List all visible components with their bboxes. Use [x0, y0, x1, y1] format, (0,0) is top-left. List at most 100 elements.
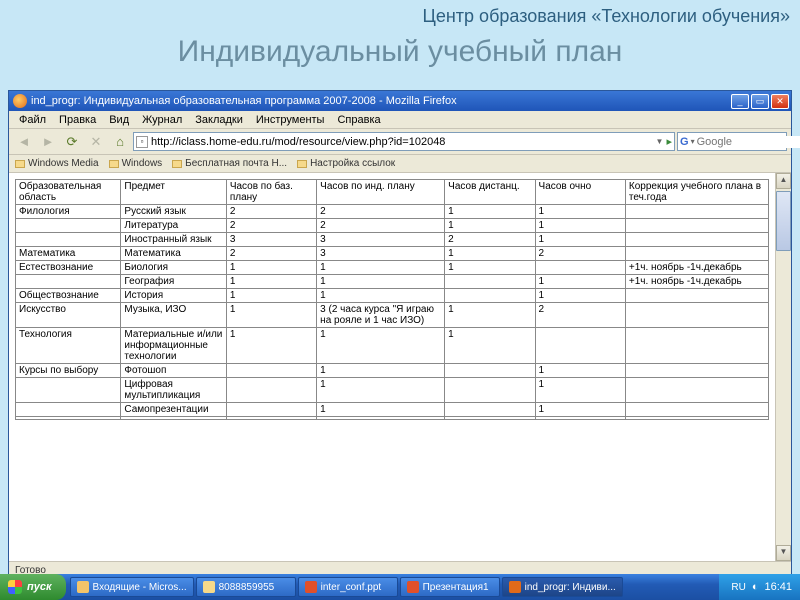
stop-button[interactable]: ✕ [85, 131, 107, 153]
cell-base [226, 364, 316, 378]
cell-corr [625, 289, 768, 303]
table-row: ТехнологияМатериальные и/или информацион… [16, 328, 769, 364]
search-engine-icon[interactable]: G [680, 136, 689, 148]
forward-button[interactable]: ► [37, 131, 59, 153]
tray-icon[interactable]: ◐ [752, 581, 759, 593]
vertical-scrollbar[interactable]: ▲ ▼ [775, 173, 791, 561]
menu-edit[interactable]: Правка [53, 113, 102, 127]
cell-area [16, 233, 121, 247]
go-button[interactable]: ▸ [666, 135, 672, 148]
bookmark-item[interactable]: Windows Media [15, 158, 99, 169]
taskbar-item-label: inter_conf.ppt [321, 582, 382, 593]
menu-help[interactable]: Справка [331, 113, 386, 127]
cell-corr [625, 219, 768, 233]
scroll-thumb[interactable] [776, 191, 791, 251]
menu-history[interactable]: Журнал [136, 113, 188, 127]
taskbar-item[interactable]: Входящие - Micros... [70, 577, 194, 597]
cell-ind: 3 [317, 233, 445, 247]
content-area: Образовательная область Предмет Часов по… [9, 173, 791, 561]
app-icon [509, 581, 521, 593]
cell-area: Искусство [16, 303, 121, 328]
close-button[interactable]: ✕ [771, 94, 789, 109]
cell-subject: Иностранный язык [121, 233, 226, 247]
cell-dist [445, 364, 535, 378]
cell-ind: 1 [317, 403, 445, 417]
page-document[interactable]: Образовательная область Предмет Часов по… [9, 173, 775, 561]
url-bar[interactable]: ▫ ▼ ▸ [133, 132, 675, 151]
back-button[interactable]: ◄ [13, 131, 35, 153]
menubar: Файл Правка Вид Журнал Закладки Инструме… [9, 111, 791, 129]
col-face: Часов очно [535, 180, 625, 205]
search-bar[interactable]: G ▾ [677, 132, 787, 151]
folder-icon [297, 160, 307, 168]
taskbar-item[interactable]: inter_conf.ppt [298, 577, 398, 597]
windows-taskbar: пуск Входящие - Micros...8088859955 inter… [0, 574, 800, 600]
cell-ind: 1 [317, 328, 445, 364]
cell-subject: Биология [121, 261, 226, 275]
minimize-button[interactable]: _ [731, 94, 749, 109]
menu-view[interactable]: Вид [103, 113, 135, 127]
windows-logo-icon [8, 580, 22, 594]
cell-ind: 1 [317, 364, 445, 378]
cell-area: Математика [16, 247, 121, 261]
cell-dist: 1 [445, 219, 535, 233]
url-input[interactable] [151, 134, 653, 149]
cell-area: Филология [16, 205, 121, 219]
cell-subject: Литература [121, 219, 226, 233]
menu-bookmarks[interactable]: Закладки [189, 113, 249, 127]
org-header: Центр образования «Технологии обучения» [0, 0, 800, 27]
table-row: ОбществознаниеИстория111 [16, 289, 769, 303]
start-button[interactable]: пуск [0, 574, 66, 600]
url-dropdown-icon[interactable]: ▼ [656, 137, 664, 146]
cell-ind: 2 [317, 219, 445, 233]
scroll-down-button[interactable]: ▼ [776, 545, 791, 561]
titlebar[interactable]: ind_progr: Индивидуальная образовательна… [9, 91, 791, 111]
taskbar-item[interactable]: Презентация1 [400, 577, 500, 597]
cell-dist: 2 [445, 233, 535, 247]
table-row: Самопрезентации11 [16, 403, 769, 417]
menu-file[interactable]: Файл [13, 113, 52, 127]
cell-corr [625, 364, 768, 378]
language-indicator[interactable]: RU [731, 582, 745, 593]
clock[interactable]: 16:41 [764, 581, 792, 593]
bookmark-item[interactable]: Настройка ссылок [297, 158, 395, 169]
col-ind: Часов по инд. плану [317, 180, 445, 205]
scroll-up-button[interactable]: ▲ [776, 173, 791, 189]
cell-ind: 1 [317, 261, 445, 275]
table-row: МатематикаМатематика2312 [16, 247, 769, 261]
cell-subject: Самопрезентации [121, 403, 226, 417]
cell-face: 1 [535, 289, 625, 303]
cell-subject: Материальные и/или информационные технол… [121, 328, 226, 364]
cell-corr [625, 403, 768, 417]
taskbar-item[interactable]: ind_progr: Индиви... [502, 577, 623, 597]
firefox-window: ind_progr: Индивидуальная образовательна… [8, 90, 792, 580]
cell-base [226, 403, 316, 417]
curriculum-table: Образовательная область Предмет Часов по… [15, 179, 769, 420]
search-input[interactable] [697, 136, 800, 148]
folder-icon [109, 160, 119, 168]
menu-tools[interactable]: Инструменты [250, 113, 331, 127]
cell-area: Естествознание [16, 261, 121, 275]
maximize-button[interactable]: ▭ [751, 94, 769, 109]
bookmark-item[interactable]: Windows [109, 158, 163, 169]
cell-ind: 1 [317, 378, 445, 403]
taskbar-item-label: ind_progr: Индиви... [525, 582, 616, 593]
table-row [16, 417, 769, 420]
cell-subject: Русский язык [121, 205, 226, 219]
cell-face: 1 [535, 364, 625, 378]
app-icon [305, 581, 317, 593]
bookmark-item[interactable]: Бесплатная почта H... [172, 158, 287, 169]
cell-base: 1 [226, 328, 316, 364]
cell-corr: +1ч. ноябрь -1ч.декабрь [625, 275, 768, 289]
cell-face: 1 [535, 275, 625, 289]
search-dropdown-icon[interactable]: ▾ [691, 137, 695, 146]
bookmark-label: Windows Media [28, 158, 99, 169]
reload-button[interactable]: ⟳ [61, 131, 83, 153]
cell-base: 1 [226, 261, 316, 275]
table-row: ЕстествознаниеБиология111+1ч. ноябрь -1ч… [16, 261, 769, 275]
taskbar-item[interactable]: 8088859955 [196, 577, 296, 597]
system-tray[interactable]: RU ◐ 16:41 [719, 574, 800, 600]
cell-base: 2 [226, 247, 316, 261]
home-button[interactable]: ⌂ [109, 131, 131, 153]
scroll-track[interactable] [776, 251, 791, 545]
